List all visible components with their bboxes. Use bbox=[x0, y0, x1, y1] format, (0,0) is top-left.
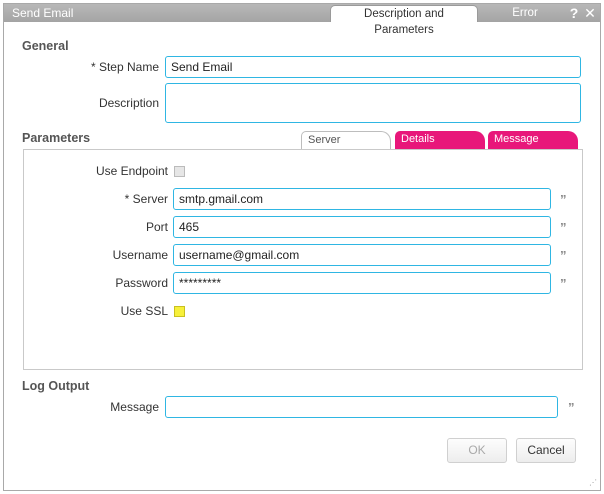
tab-error-handling[interactable]: Error Handling bbox=[483, 5, 567, 35]
step-name-label: * Step Name bbox=[90, 60, 159, 74]
tab-description-and-parameters[interactable]: Description and Parameters bbox=[330, 5, 478, 36]
port-label: Port bbox=[145, 220, 168, 234]
step-name-input[interactable]: Send Email bbox=[165, 56, 581, 78]
resize-grip-icon[interactable]: ⋰ bbox=[589, 478, 597, 487]
description-label: Description bbox=[98, 96, 159, 110]
message-input[interactable] bbox=[165, 396, 558, 418]
message-label: Message bbox=[110, 400, 159, 414]
general-section-label: General bbox=[22, 39, 69, 53]
use-endpoint-checkbox[interactable] bbox=[174, 166, 185, 177]
port-expression-icon[interactable]: ” bbox=[560, 220, 567, 235]
username-input[interactable]: username@gmail.com bbox=[173, 244, 551, 266]
username-expression-icon[interactable]: ” bbox=[560, 248, 567, 263]
password-label: Password bbox=[115, 276, 168, 290]
cancel-button[interactable]: Cancel bbox=[516, 438, 576, 463]
log-output-section-label: Log Output bbox=[22, 379, 90, 393]
tab-details[interactable]: Details bbox=[395, 131, 485, 150]
port-input[interactable]: 465 bbox=[173, 216, 551, 238]
send-email-dialog: Send Email Description and Parameters Er… bbox=[3, 3, 601, 491]
server-expression-icon[interactable]: ” bbox=[560, 192, 567, 207]
username-label: Username bbox=[112, 248, 168, 262]
message-expression-icon[interactable]: ” bbox=[568, 400, 575, 415]
server-label: * Server bbox=[124, 192, 168, 206]
use-ssl-label: Use SSL bbox=[120, 304, 168, 318]
tab-message[interactable]: Message bbox=[488, 131, 578, 150]
password-input[interactable]: ********* bbox=[173, 272, 551, 294]
use-endpoint-label: Use Endpoint bbox=[95, 164, 168, 178]
tab-server[interactable]: Server bbox=[301, 131, 391, 150]
password-expression-icon[interactable]: ” bbox=[560, 276, 567, 291]
description-input[interactable] bbox=[165, 83, 581, 123]
window-title: Send Email bbox=[12, 6, 74, 20]
server-input[interactable]: smtp.gmail.com bbox=[173, 188, 551, 210]
parameters-section-label: Parameters bbox=[22, 131, 91, 145]
ok-button[interactable]: OK bbox=[447, 438, 507, 463]
use-ssl-checkbox[interactable] bbox=[174, 306, 185, 317]
close-icon[interactable]: ✕ bbox=[583, 4, 597, 22]
help-icon[interactable]: ? bbox=[567, 4, 581, 22]
title-bar: Send Email Description and Parameters Er… bbox=[4, 4, 600, 36]
